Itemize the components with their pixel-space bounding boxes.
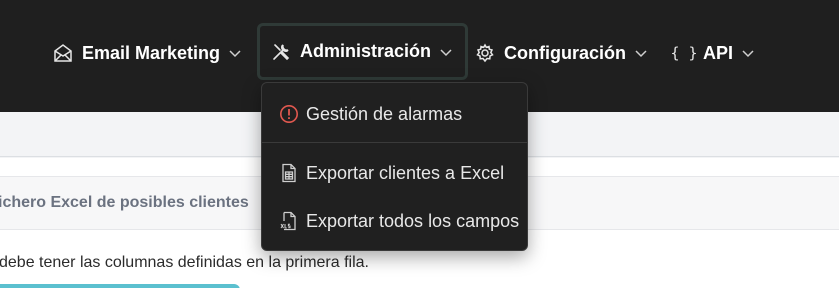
tools-icon: [270, 41, 292, 63]
envelope-open-icon: [52, 42, 74, 64]
chevron-down-icon: [741, 46, 755, 60]
chevron-down-icon: [228, 46, 242, 60]
nav-email-marketing-label: Email Marketing: [82, 42, 221, 63]
card-instructions: debe tener las columnas definidas en la …: [0, 254, 369, 271]
nav-email-marketing[interactable]: Email Marketing: [52, 30, 242, 76]
nav-administracion[interactable]: Administración: [257, 23, 469, 80]
menu-divider: [262, 142, 527, 143]
chevron-down-icon: [634, 46, 648, 60]
nav-administracion-label: Administración: [300, 41, 432, 61]
menu-item-exportar-todos[interactable]: Exportar todos los campos: [278, 210, 519, 232]
menu-item-gestion-alarmas[interactable]: Gestión de alarmas: [278, 103, 462, 125]
menu-item-label: Exportar todos los campos: [306, 210, 520, 231]
nav-configuracion[interactable]: Configuración: [474, 30, 648, 76]
menu-item-label: Exportar clientes a Excel: [306, 162, 505, 183]
nav-api[interactable]: { } API: [670, 30, 755, 76]
alarm-exclamation-icon: [278, 103, 300, 125]
menu-item-exportar-clientes[interactable]: Exportar clientes a Excel: [278, 162, 504, 184]
card-header-title: ichero Excel de posibles clientes: [0, 194, 249, 211]
nav-api-label: API: [703, 42, 734, 63]
spreadsheet-file-icon: [278, 162, 300, 184]
upload-button-edge[interactable]: [0, 284, 240, 288]
xls-file-icon: [278, 210, 300, 232]
gear-icon: [474, 42, 496, 64]
menu-item-label: Gestión de alarmas: [306, 103, 463, 124]
nav-configuracion-label: Configuración: [504, 42, 626, 63]
chevron-down-icon: [439, 45, 453, 59]
code-braces-icon: { }: [670, 44, 698, 62]
administracion-dropdown-menu: Gestión de alarmas Exportar clientes a E…: [261, 82, 528, 251]
